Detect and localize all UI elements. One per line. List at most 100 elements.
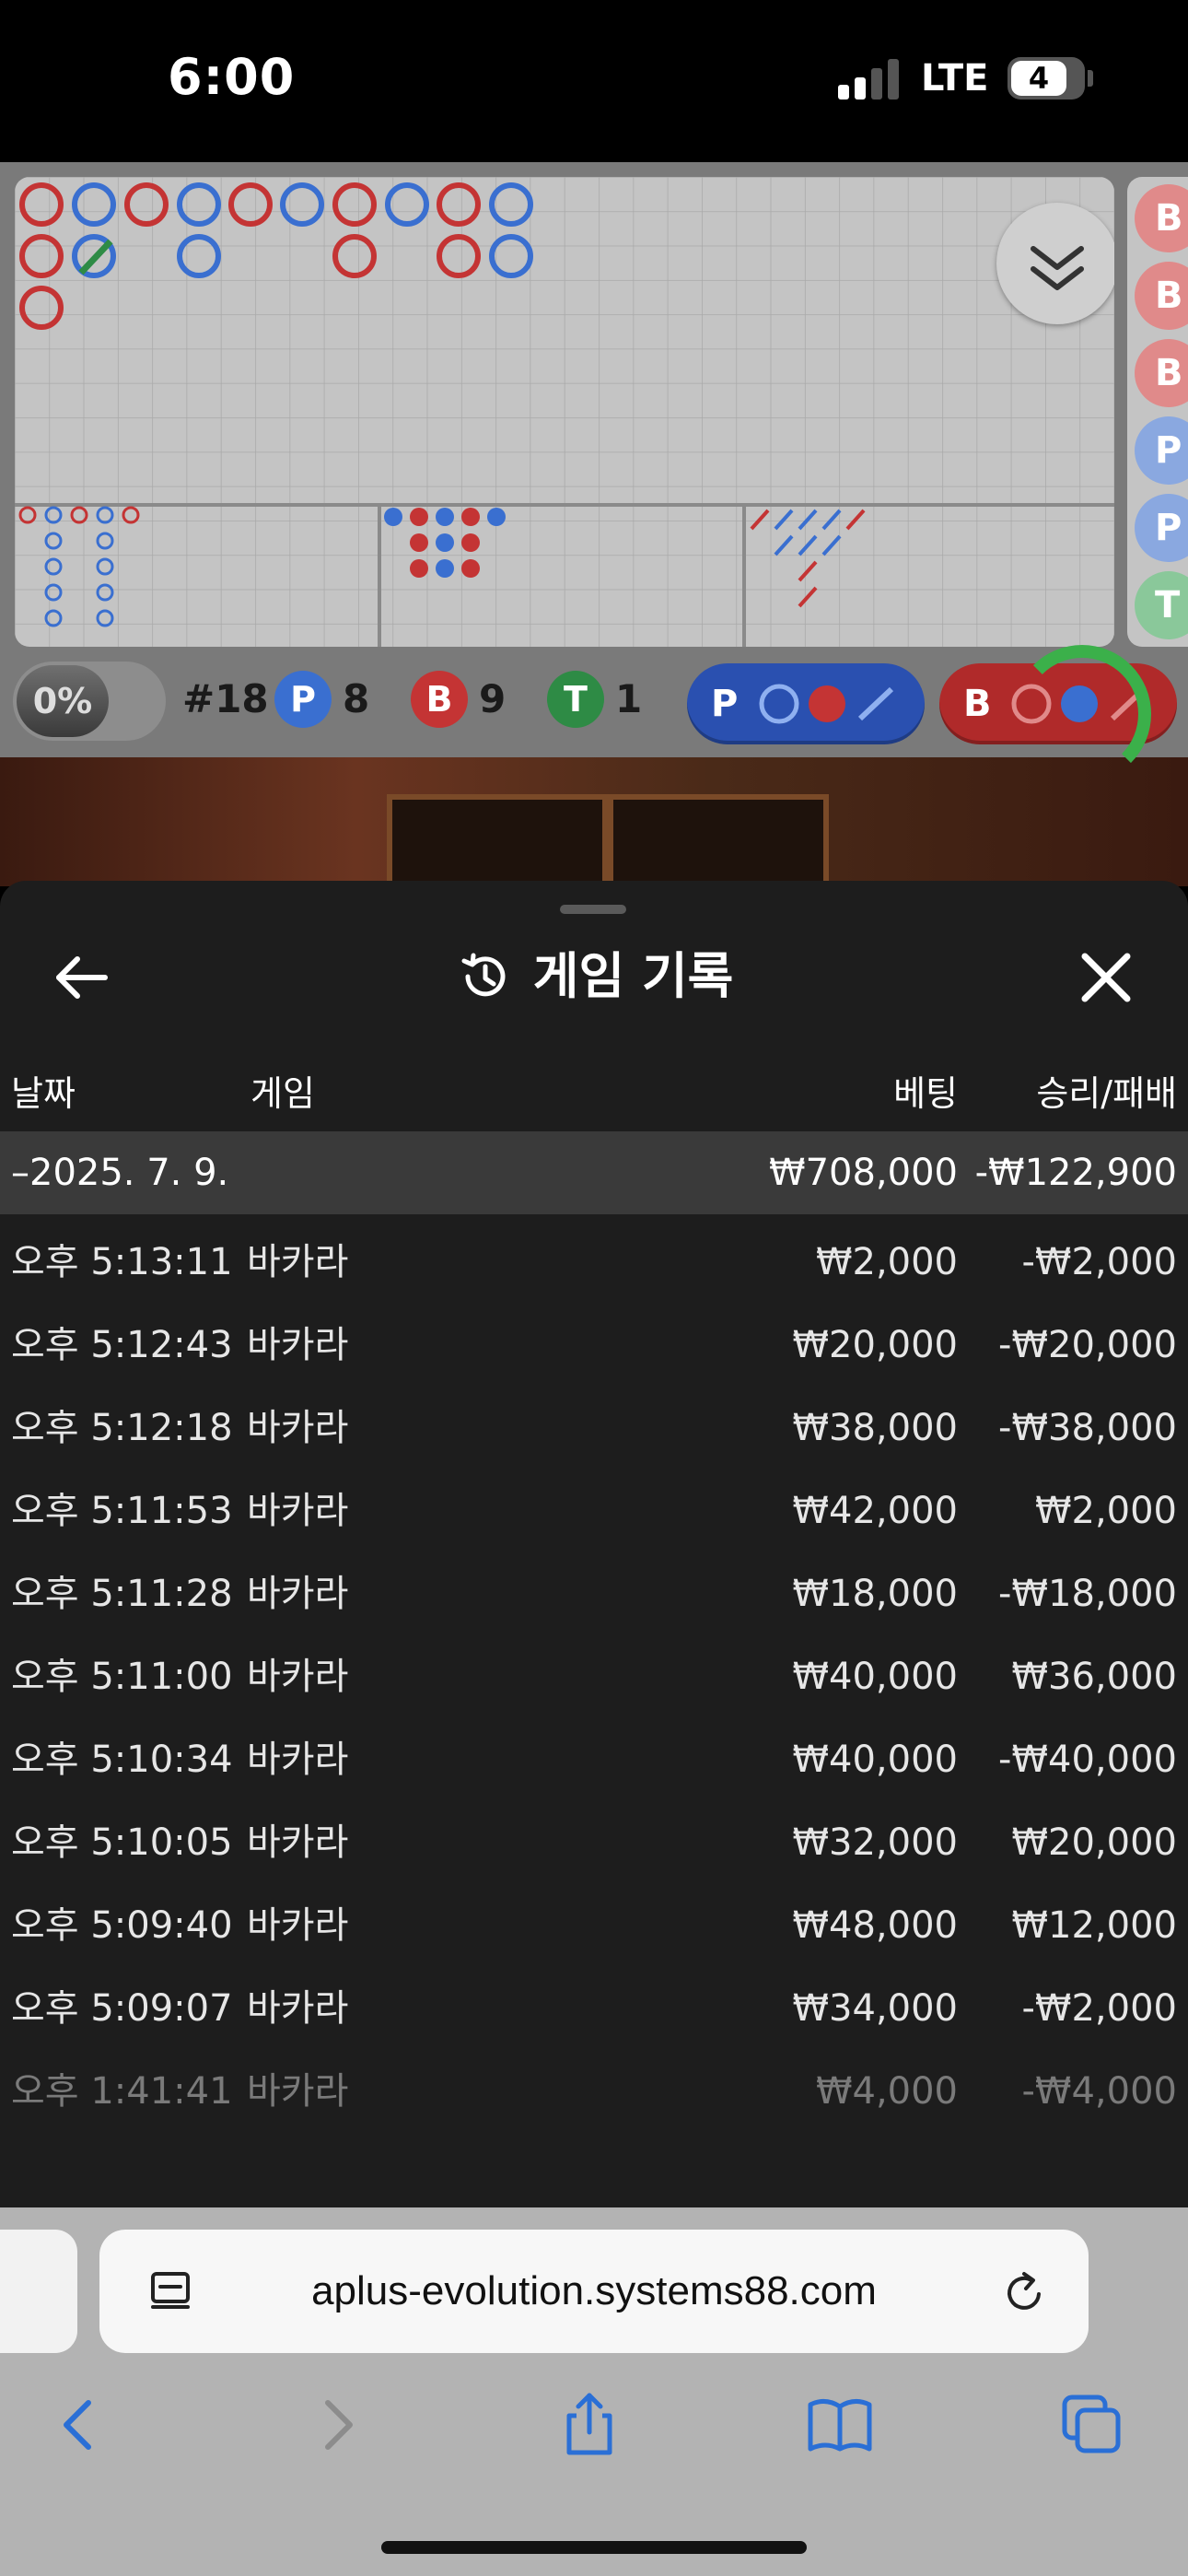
- row-result: -₩40,000: [998, 1739, 1177, 1781]
- tabs-icon[interactable]: [1055, 2388, 1129, 2462]
- table-row[interactable]: 오후 5:11:00 바카라 ₩40,000 ₩36,000: [0, 1629, 1188, 1712]
- roadmap-grid: [15, 177, 1114, 647]
- row-bet: ₩34,000: [792, 1987, 958, 2030]
- row-time: 오후 5:09:07: [11, 1987, 233, 2030]
- banker-badge: B: [411, 671, 468, 728]
- banker-count: 9: [479, 676, 507, 721]
- row-result: -₩2,000: [1021, 1241, 1178, 1283]
- history-icon: [461, 953, 506, 997]
- tie-count: 1: [615, 676, 643, 721]
- row-time: 오후 5:11:28: [11, 1573, 233, 1615]
- peek-result-4: P: [1135, 416, 1188, 485]
- table-row[interactable]: 오후 5:12:43 바카라 ₩20,000 -₩20,000: [0, 1297, 1188, 1380]
- network-type: LTE: [921, 57, 989, 100]
- history-list: 오후 5:13:11 바카라 ₩2,000 -₩2,000 오후 5:12:43…: [0, 1214, 1188, 2126]
- table-row[interactable]: 오후 5:12:18 바카라 ₩38,000 -₩38,000: [0, 1380, 1188, 1463]
- row-bet: ₩40,000: [792, 1739, 958, 1781]
- peek-result-2: B: [1135, 262, 1188, 330]
- row-time: 오후 5:12:43: [11, 1324, 233, 1366]
- table-row[interactable]: 오후 5:10:05 바카라 ₩32,000 ₩20,000: [0, 1795, 1188, 1878]
- row-result: -₩2,000: [1021, 1987, 1178, 2030]
- date-group-row[interactable]: –2025. 7. 9. ₩708,000 -₩122,900: [0, 1131, 1188, 1214]
- live-video-feed: [0, 757, 1188, 886]
- back-nav-icon[interactable]: [42, 2388, 116, 2462]
- bookmarks-icon[interactable]: [803, 2388, 877, 2462]
- home-indicator[interactable]: [381, 2541, 807, 2554]
- column-header-result[interactable]: 승리/패배: [1036, 1065, 1177, 1116]
- tie-badge: T: [547, 671, 604, 728]
- reload-icon[interactable]: [998, 2266, 1050, 2318]
- peek-result-6: T: [1135, 571, 1188, 639]
- status-bar: 6:00 LTE 4: [0, 0, 1188, 162]
- table-row[interactable]: 오후 5:09:40 바카라 ₩48,000 ₩12,000: [0, 1878, 1188, 1961]
- row-result: -₩18,000: [998, 1573, 1177, 1615]
- browser-toolbar: aplus-evolution.systems88.com: [0, 2207, 1188, 2576]
- collapse-roadmap-button[interactable]: [996, 203, 1114, 324]
- row-game: 바카라: [247, 1904, 349, 1947]
- row-game: 바카라: [247, 1241, 349, 1283]
- table-row[interactable]: 오후 5:13:11 바카라 ₩2,000 -₩2,000: [0, 1214, 1188, 1297]
- forward-nav-icon[interactable]: [300, 2388, 374, 2462]
- column-header-game[interactable]: 게임: [250, 1065, 315, 1116]
- row-game: 바카라: [247, 2070, 349, 2113]
- game-area: B B B P P T 0% #18 P 8 B 9 T 1 P B: [0, 162, 1188, 886]
- row-time: 오후 5:11:53: [11, 1490, 233, 1532]
- row-bet: ₩20,000: [792, 1324, 958, 1366]
- countdown-timer: [1013, 645, 1151, 783]
- row-bet: ₩38,000: [792, 1407, 958, 1449]
- previous-tab[interactable]: [0, 2230, 77, 2353]
- table-row[interactable]: 오후 1:41:41 바카라 ₩4,000 -₩4,000: [0, 2043, 1188, 2126]
- player-badge: P: [274, 671, 332, 728]
- status-time: 6:00: [168, 48, 296, 106]
- player-predict-icons: [759, 684, 894, 724]
- table-row[interactable]: 오후 5:10:34 바카라 ₩40,000 -₩40,000: [0, 1712, 1188, 1795]
- row-time: 오후 5:09:40: [11, 1904, 233, 1947]
- column-header-date[interactable]: 날짜: [11, 1065, 76, 1116]
- column-header-bet[interactable]: 베팅: [893, 1065, 958, 1116]
- row-time: 오후 5:13:11: [11, 1241, 233, 1283]
- baccarat-roadmap[interactable]: [15, 177, 1114, 647]
- row-time: 오후 5:11:00: [11, 1656, 233, 1698]
- share-icon[interactable]: [553, 2388, 626, 2462]
- row-result: ₩2,000: [1034, 1490, 1177, 1532]
- close-button[interactable]: [1074, 945, 1138, 1010]
- row-game: 바카라: [247, 1987, 349, 2030]
- chevron-double-down-icon: [1031, 246, 1084, 290]
- page-title: 게임 기록: [532, 947, 734, 1005]
- row-result: ₩12,000: [1011, 1904, 1177, 1947]
- player-count: 8: [343, 676, 370, 721]
- row-result: -₩20,000: [998, 1324, 1177, 1366]
- table-row[interactable]: 오후 5:11:53 바카라 ₩42,000 ₩2,000: [0, 1463, 1188, 1546]
- row-bet: ₩2,000: [815, 1241, 958, 1283]
- row-bet: ₩18,000: [792, 1573, 958, 1615]
- round-number: #18: [182, 676, 269, 721]
- row-bet: ₩4,000: [815, 2070, 958, 2113]
- row-time: 오후 1:41:41: [11, 2070, 233, 2113]
- row-game: 바카라: [247, 1324, 349, 1366]
- battery-level: 4: [1011, 61, 1066, 96]
- row-game: 바카라: [247, 1490, 349, 1532]
- table-row[interactable]: 오후 5:11:28 바카라 ₩18,000 -₩18,000: [0, 1546, 1188, 1629]
- sheet-header: 게임 기록: [0, 932, 1188, 1021]
- game-history-sheet: 게임 기록 날짜 게임 베팅 승리/패배 –2025. 7. 9. ₩708,0…: [0, 881, 1188, 2207]
- sheet-grabber[interactable]: [560, 905, 626, 914]
- peek-result-1: B: [1135, 184, 1188, 252]
- battery-icon: 4: [1007, 57, 1085, 100]
- player-predict-button[interactable]: P: [687, 663, 925, 744]
- video-panel: [387, 794, 608, 886]
- percentage-toggle[interactable]: 0%: [13, 662, 166, 741]
- row-result: ₩20,000: [1011, 1821, 1177, 1864]
- address-bar[interactable]: aplus-evolution.systems88.com: [99, 2230, 1089, 2353]
- video-panel: [608, 794, 829, 886]
- row-game: 바카라: [247, 1656, 349, 1698]
- row-time: 오후 5:10:34: [11, 1739, 233, 1781]
- row-time: 오후 5:10:05: [11, 1821, 233, 1864]
- side-roadmap-peek[interactable]: B B B P P T: [1127, 177, 1188, 647]
- url-text: aplus-evolution.systems88.com: [311, 2268, 877, 2313]
- date-group-date: –2025. 7. 9.: [11, 1152, 229, 1194]
- row-game: 바카라: [247, 1407, 349, 1449]
- table-row[interactable]: 오후 5:09:07 바카라 ₩34,000 -₩2,000: [0, 1961, 1188, 2043]
- row-game: 바카라: [247, 1739, 349, 1781]
- row-result: -₩38,000: [998, 1407, 1177, 1449]
- row-bet: ₩32,000: [792, 1821, 958, 1864]
